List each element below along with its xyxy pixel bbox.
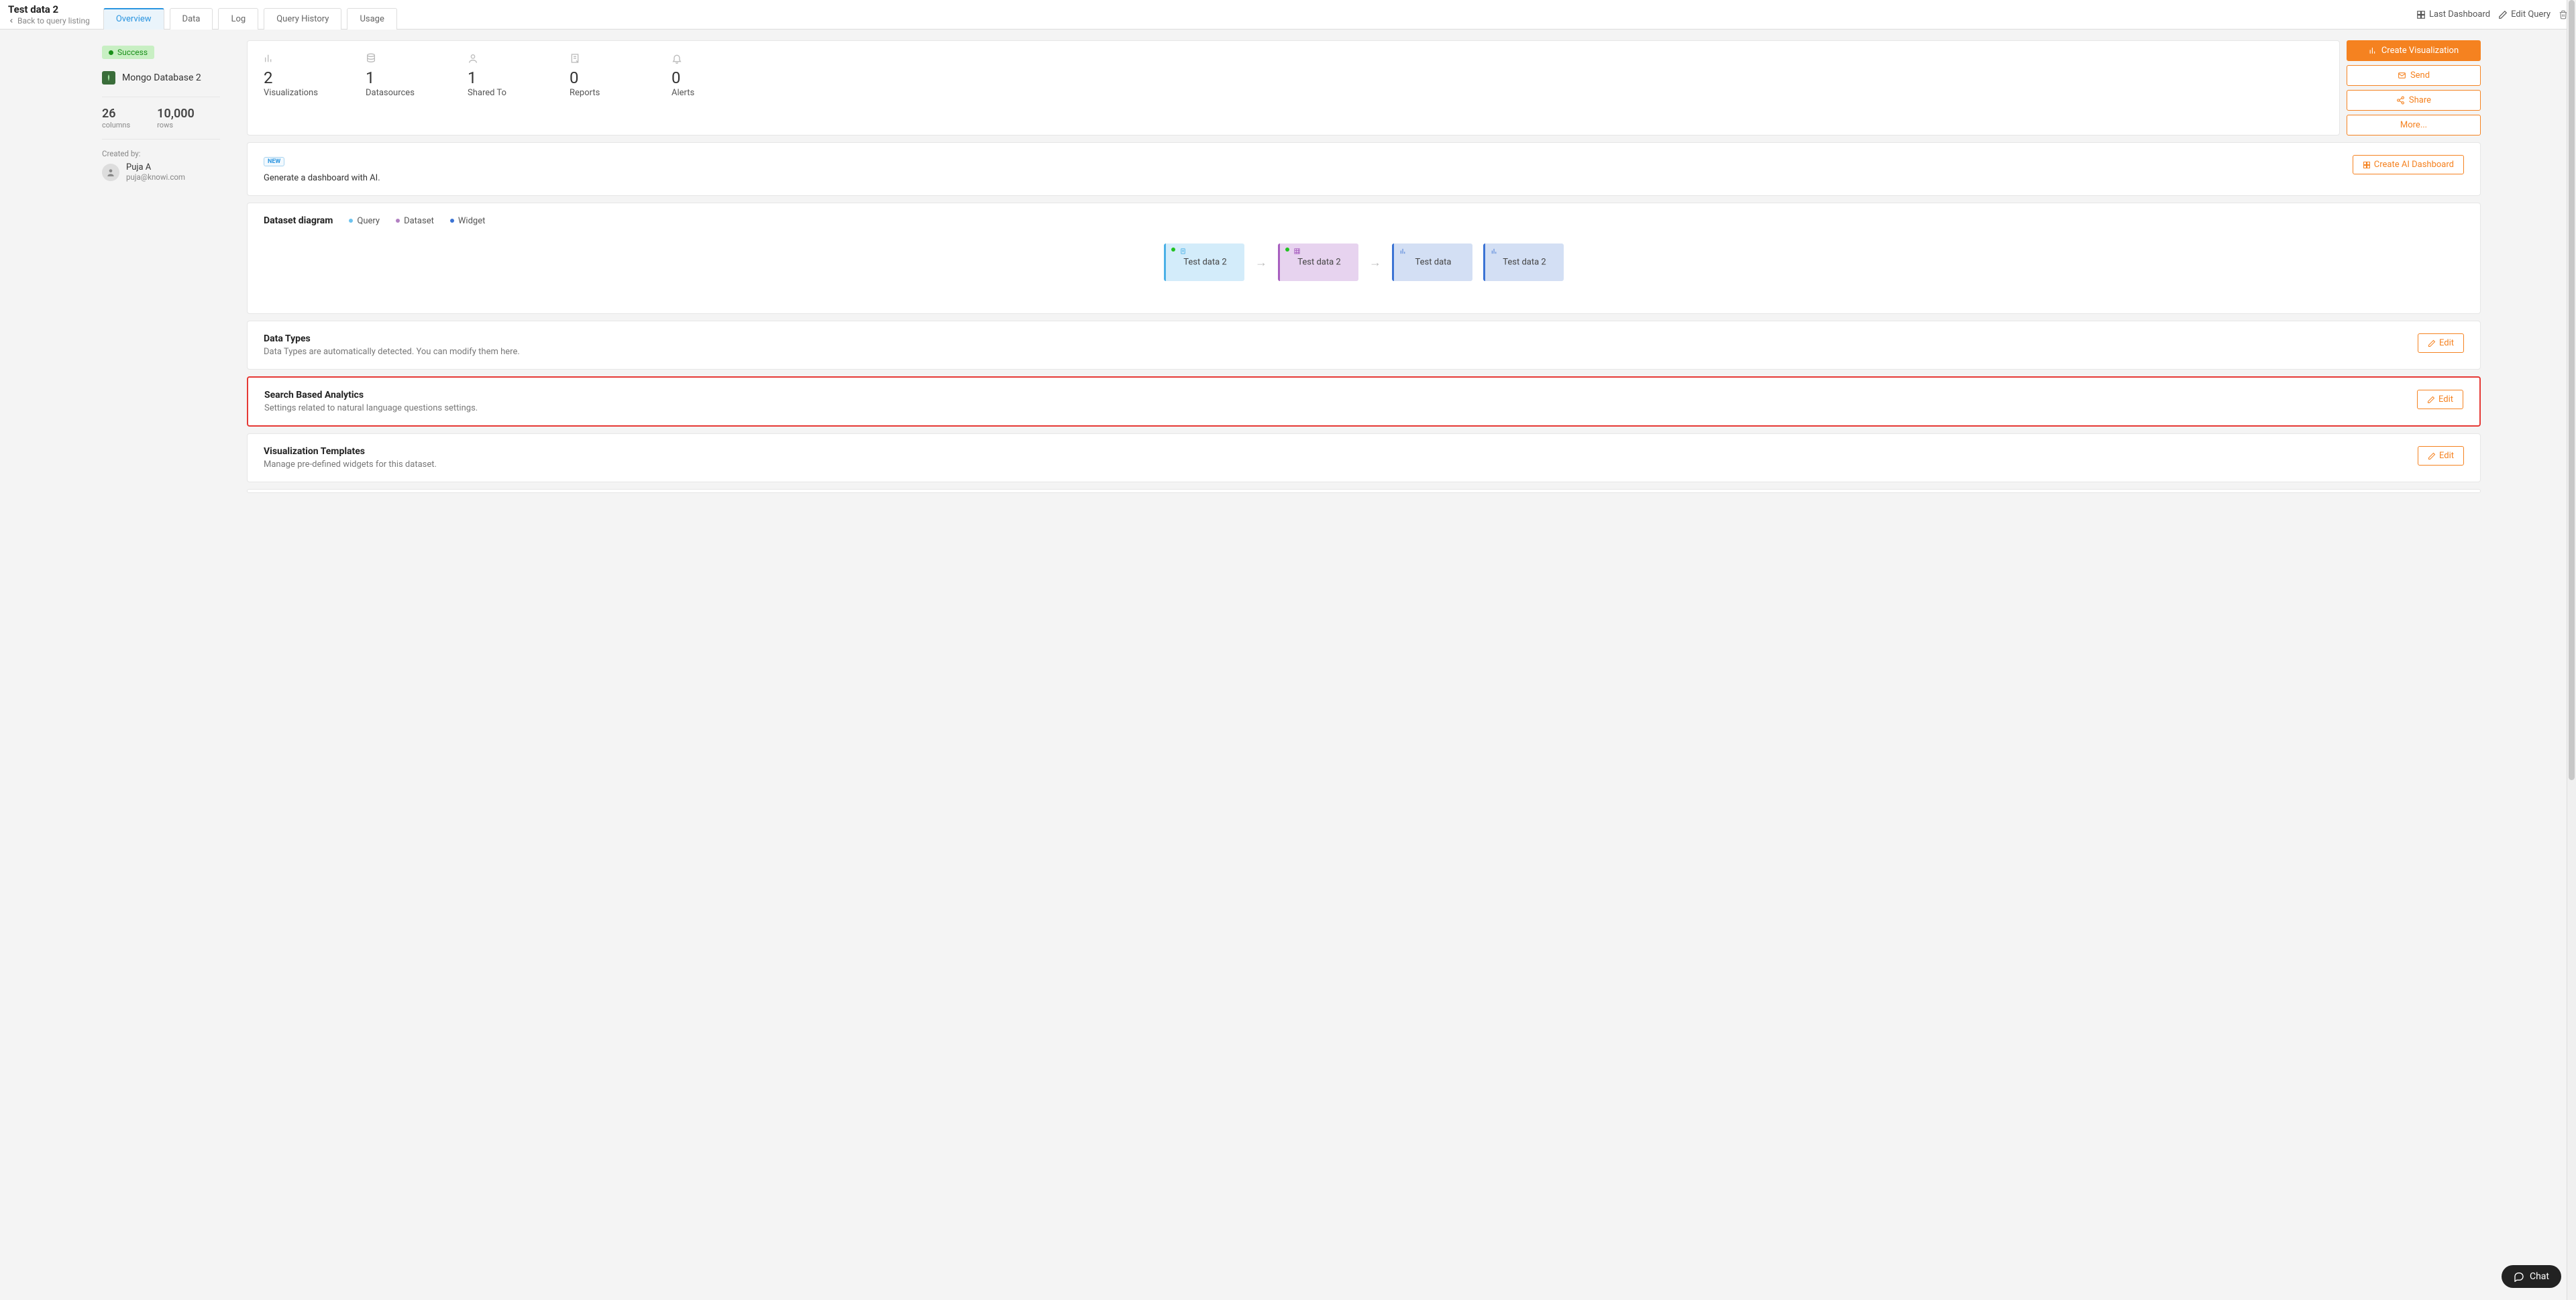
stat-visualizations: 2 Visualizations — [264, 53, 344, 123]
arrow-icon: → — [1255, 256, 1267, 270]
tab-usage[interactable]: Usage — [347, 8, 396, 30]
more-button[interactable]: More... — [2347, 115, 2481, 136]
back-to-listing-link[interactable]: Back to query listing — [8, 16, 90, 25]
database-icon — [366, 53, 376, 64]
sidebar: Success Mongo Database 2 26 columns 10,0… — [8, 40, 236, 493]
report-icon — [570, 53, 580, 64]
data-types-card: Data Types Data Types are automatically … — [247, 321, 2481, 370]
chart-icon — [2369, 46, 2377, 55]
page-title: Test data 2 — [8, 3, 90, 15]
bell-icon — [672, 53, 682, 64]
rows-stat: 10,000 rows — [157, 107, 195, 129]
viz-templates-title: Visualization Templates — [264, 446, 437, 457]
legend-query: Query — [349, 216, 380, 226]
send-button[interactable]: Send — [2347, 65, 2481, 86]
chat-button[interactable]: Chat — [2502, 1265, 2561, 1288]
viz-templates-edit-button[interactable]: Edit — [2418, 446, 2464, 466]
success-dot-icon — [1285, 248, 1289, 252]
dashboard-icon — [2416, 10, 2426, 19]
edit-query-link[interactable]: Edit Query — [2498, 9, 2551, 19]
legend-dataset: Dataset — [396, 216, 434, 226]
ai-dashboard-text: Generate a dashboard with AI. — [264, 173, 380, 183]
search-analytics-title: Search Based Analytics — [264, 390, 478, 400]
scrollbar-thumb[interactable] — [2569, 0, 2575, 780]
search-based-analytics-card: Search Based Analytics Settings related … — [247, 376, 2481, 427]
arrow-icon: → — [1369, 256, 1381, 270]
pencil-icon — [2428, 452, 2436, 460]
database-row: Mongo Database 2 — [102, 71, 220, 85]
data-types-title: Data Types — [264, 333, 520, 344]
created-by-block: Created by: Puja A puja@knowi.com — [102, 149, 220, 182]
mongo-icon — [102, 71, 115, 85]
share-icon — [2396, 96, 2405, 105]
pencil-icon — [2498, 10, 2508, 19]
visualization-templates-card: Visualization Templates Manage pre-defin… — [247, 433, 2481, 482]
tab-query-history[interactable]: Query History — [264, 8, 341, 30]
legend-widget: Widget — [450, 216, 485, 226]
stat-alerts: 0 Alerts — [672, 53, 752, 123]
diagram-node-query[interactable]: Test data 2 — [1164, 243, 1244, 281]
actions-column: Create Visualization Send Share More... — [2347, 40, 2481, 136]
main-tabs: Overview Data Log Query History Usage — [103, 0, 397, 29]
search-analytics-desc: Settings related to natural language que… — [264, 403, 478, 413]
tab-overview[interactable]: Overview — [103, 8, 164, 30]
data-types-desc: Data Types are automatically detected. Y… — [264, 347, 520, 357]
stat-shared-to: 1 Shared To — [468, 53, 548, 123]
main-content: 2 Visualizations 1 Datasources 1 Shared … — [247, 40, 2568, 493]
status-badge: Success — [102, 46, 154, 59]
diagram-title: Dataset diagram — [264, 215, 333, 226]
avatar — [102, 164, 119, 181]
pencil-icon — [2428, 339, 2436, 347]
create-visualization-button[interactable]: Create Visualization — [2347, 40, 2481, 61]
pencil-icon — [2427, 396, 2435, 404]
created-by-label: Created by: — [102, 149, 220, 158]
user-icon — [106, 168, 115, 177]
creator-email: puja@knowi.com — [126, 172, 185, 182]
stat-datasources: 1 Datasources — [366, 53, 446, 123]
top-bar: Test data 2 Back to query listing Overvi… — [0, 0, 2576, 30]
chart-icon — [1399, 248, 1407, 257]
dataset-diagram-card: Dataset diagram Query Dataset Widget Tes… — [247, 203, 2481, 314]
user-icon — [468, 53, 478, 64]
chart-icon — [1491, 248, 1498, 257]
next-card-peek — [247, 489, 2481, 493]
body-area: Success Mongo Database 2 26 columns 10,0… — [0, 30, 2576, 504]
search-analytics-edit-button[interactable]: Edit — [2417, 390, 2463, 409]
stats-and-actions-row: 2 Visualizations 1 Datasources 1 Shared … — [247, 40, 2481, 136]
ai-dashboard-card: NEW Generate a dashboard with AI. Create… — [247, 142, 2481, 196]
table-icon — [1293, 248, 1301, 257]
dashboard-icon — [2363, 161, 2371, 169]
tab-log[interactable]: Log — [218, 8, 258, 30]
stats-card: 2 Visualizations 1 Datasources 1 Shared … — [247, 40, 2340, 136]
tab-data[interactable]: Data — [170, 8, 213, 30]
vertical-scrollbar[interactable] — [2567, 0, 2576, 1300]
diagram-header: Dataset diagram Query Dataset Widget — [264, 215, 2464, 226]
topbar-title-block: Test data 2 Back to query listing — [8, 0, 103, 29]
creator-row: Puja A puja@knowi.com — [102, 162, 220, 182]
columns-stat: 26 columns — [102, 107, 130, 129]
create-ai-dashboard-button[interactable]: Create AI Dashboard — [2353, 155, 2464, 174]
topbar-actions: Last Dashboard Edit Query — [2416, 0, 2568, 29]
new-badge: NEW — [264, 157, 284, 166]
diagram-node-widget-1[interactable]: Test data — [1392, 243, 1472, 281]
last-dashboard-link[interactable]: Last Dashboard — [2416, 9, 2490, 19]
send-icon — [2398, 71, 2406, 80]
database-name: Mongo Database 2 — [122, 72, 201, 83]
chat-icon — [2514, 1271, 2524, 1282]
creator-name: Puja A — [126, 162, 185, 172]
diagram-flow: Test data 2 → Test data 2 → Test data — [264, 237, 2464, 301]
diagram-node-widget-2[interactable]: Test data 2 — [1483, 243, 1564, 281]
clipboard-icon — [1179, 248, 1187, 257]
success-dot-icon — [1171, 248, 1175, 252]
chevron-left-icon — [8, 17, 15, 24]
share-button[interactable]: Share — [2347, 90, 2481, 111]
diagram-node-dataset[interactable]: Test data 2 — [1278, 243, 1358, 281]
stat-reports: 0 Reports — [570, 53, 650, 123]
data-types-edit-button[interactable]: Edit — [2418, 333, 2464, 353]
viz-templates-desc: Manage pre-defined widgets for this data… — [264, 459, 437, 470]
dimensions-row: 26 columns 10,000 rows — [102, 97, 220, 140]
chart-icon — [264, 53, 274, 64]
